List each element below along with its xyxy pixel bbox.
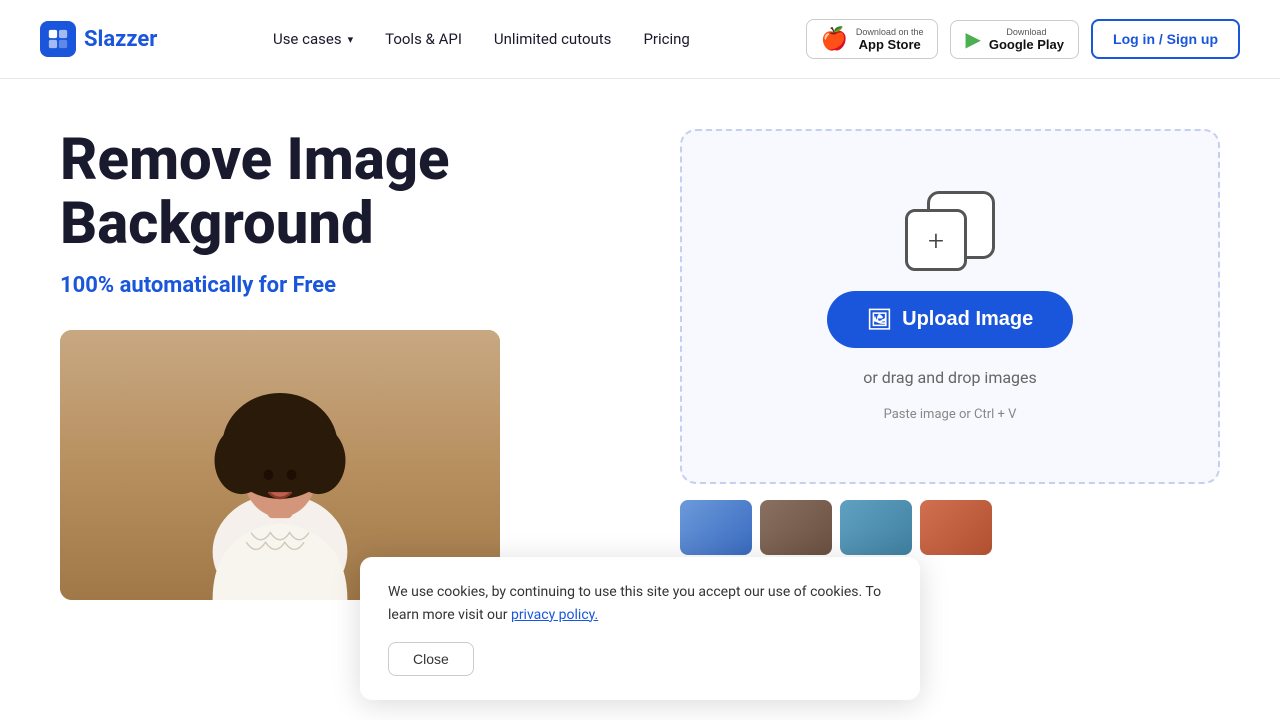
sample-thumb-3[interactable] [840, 500, 912, 555]
privacy-policy-link[interactable]: privacy policy. [511, 607, 598, 623]
hero-title: Remove Image Background [60, 129, 640, 257]
upload-section: + 🖼 Upload Image or drag and drop images… [680, 129, 1220, 555]
logo-icon [40, 21, 76, 57]
nav-links: Use cases ▾ Tools & API Unlimited cutout… [273, 30, 690, 48]
app-store-button[interactable]: 🍎 Download on the App Store [806, 19, 939, 59]
sample-thumb-4[interactable] [920, 500, 992, 555]
drag-drop-text: or drag and drop images [863, 368, 1037, 387]
logo-text: Slazzer [84, 27, 157, 52]
chevron-down-icon: ▾ [348, 33, 354, 46]
nav-right: 🍎 Download on the App Store ▶ Download G… [806, 19, 1240, 59]
sample-thumb-2[interactable] [760, 500, 832, 555]
image-upload-icon: 🖼 [867, 307, 892, 332]
apple-icon: 🍎 [821, 26, 848, 52]
nav-tools-api[interactable]: Tools & API [385, 30, 462, 48]
login-signup-button[interactable]: Log in / Sign up [1091, 19, 1240, 59]
paste-hint-text: Paste image or Ctrl + V [884, 407, 1017, 422]
nav-use-cases[interactable]: Use cases ▾ [273, 30, 353, 48]
google-play-icon: ▶ [965, 27, 980, 52]
nav-pricing[interactable]: Pricing [643, 30, 689, 48]
cookie-close-button[interactable]: Close [388, 642, 474, 676]
logo-link[interactable]: Slazzer [40, 21, 157, 57]
nav-unlimited-cutouts[interactable]: Unlimited cutouts [494, 30, 612, 48]
navbar: Slazzer Use cases ▾ Tools & API Unlimite… [0, 0, 1280, 79]
upload-dropzone[interactable]: + 🖼 Upload Image or drag and drop images… [680, 129, 1220, 484]
sample-thumb-1[interactable] [680, 500, 752, 555]
hero-subtitle: 100% automatically for Free [60, 273, 640, 298]
main-content: Remove Image Background 100% automatical… [0, 129, 1280, 600]
upload-icon: + [905, 191, 995, 271]
plus-icon: + [928, 224, 944, 257]
left-content: Remove Image Background 100% automatical… [60, 129, 640, 600]
upload-image-button[interactable]: 🖼 Upload Image [827, 291, 1074, 348]
cookie-banner: We use cookies, by continuing to use thi… [360, 557, 920, 700]
google-play-button[interactable]: ▶ Download Google Play [950, 20, 1079, 59]
upload-icon-front: + [905, 209, 967, 271]
cookie-message: We use cookies, by continuing to use thi… [388, 581, 892, 626]
sample-thumbnails [680, 500, 1220, 555]
